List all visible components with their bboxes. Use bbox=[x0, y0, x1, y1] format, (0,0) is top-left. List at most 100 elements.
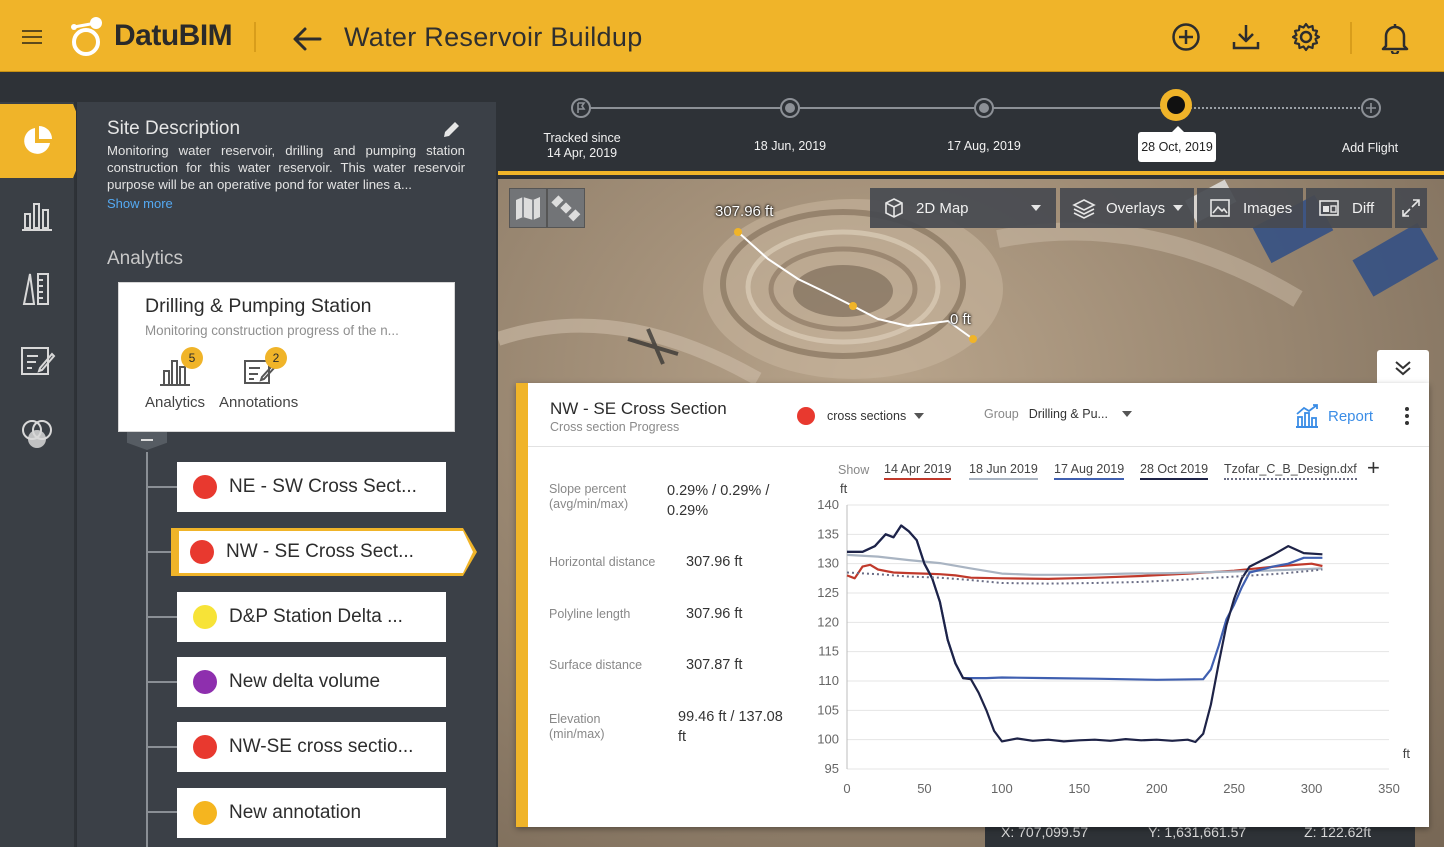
polyline-zero-label: 0 ft bbox=[950, 311, 971, 328]
analytics-heading: Analytics bbox=[107, 248, 184, 269]
datubim-logo-icon bbox=[71, 17, 102, 56]
site-description-text: Monitoring water reservoir, drilling and… bbox=[107, 143, 465, 192]
annotations-count-button[interactable]: 2 Annotations bbox=[219, 347, 298, 411]
hamburger-icon[interactable] bbox=[22, 30, 42, 44]
stat-value-line1: 99.46 ft / 137.08 bbox=[678, 709, 783, 725]
x-tick-label: 250 bbox=[1223, 781, 1245, 796]
header-divider bbox=[254, 22, 256, 52]
legend-item-14-apr[interactable]: 14 Apr 2019 bbox=[884, 462, 952, 480]
overlays-dropdown[interactable]: Overlays bbox=[1060, 188, 1194, 228]
collapse-group-toggle[interactable] bbox=[127, 432, 167, 450]
rail-item-dashboard-active[interactable] bbox=[0, 104, 88, 178]
stat-value-elevation: 99.46 ft / 137.08 ft bbox=[678, 707, 783, 747]
legend-item-design[interactable]: Tzofar_C_B_Design.dxf bbox=[1224, 462, 1357, 480]
site-description-title: Site Description bbox=[107, 118, 241, 139]
chevron-down-icon bbox=[1030, 205, 1041, 211]
x-tick-label: 150 bbox=[1068, 781, 1090, 796]
y-axis-label: ft bbox=[840, 481, 848, 496]
gear-icon[interactable] bbox=[1291, 22, 1321, 52]
timeline-node-flight[interactable] bbox=[780, 98, 800, 118]
stat-key-line1: Elevation bbox=[549, 712, 601, 726]
analytics-item[interactable]: D&P Station Delta ... bbox=[177, 592, 446, 642]
legend-item-17-aug[interactable]: 17 Aug 2019 bbox=[1054, 462, 1125, 480]
analytics-count-badge: 5 bbox=[181, 347, 203, 369]
arrow-left-icon[interactable] bbox=[290, 24, 324, 59]
series-line-28-oct-2019 bbox=[847, 524, 1323, 744]
top-app-bar: DatuBIM Water Reservoir Buildup bbox=[0, 0, 1444, 72]
status-dot bbox=[193, 605, 217, 629]
report-button[interactable]: Report bbox=[1294, 403, 1373, 429]
show-more-link[interactable]: Show more bbox=[107, 196, 173, 211]
stat-key-line2: (min/max) bbox=[549, 727, 605, 741]
flag-icon[interactable] bbox=[571, 98, 591, 118]
timeline-label-flight: 18 Jun, 2019 bbox=[753, 139, 827, 153]
timeline-node-current[interactable] bbox=[1160, 89, 1192, 121]
analytics-item[interactable]: NW-SE cross sectio... bbox=[177, 722, 446, 772]
chevron-double-down-icon[interactable] bbox=[1377, 350, 1429, 386]
download-icon[interactable] bbox=[1231, 22, 1261, 52]
report-label: Report bbox=[1328, 407, 1374, 425]
timeline-label-tracked: Tracked since 14 Apr, 2019 bbox=[532, 131, 632, 161]
pie-chart-icon bbox=[24, 126, 52, 154]
more-vertical-icon[interactable] bbox=[1404, 407, 1410, 425]
add-series-icon[interactable]: + bbox=[1367, 457, 1380, 479]
stat-key-horizontal-distance: Horizontal distance bbox=[549, 555, 656, 569]
fullscreen-icon[interactable] bbox=[1395, 188, 1427, 228]
plus-circle-icon[interactable] bbox=[1171, 22, 1201, 52]
diff-button[interactable]: Diff bbox=[1306, 188, 1392, 228]
cross-section-chart: 95 100 105 110 115 120 125 130 135 140 0 50 100 150 20… bbox=[817, 481, 1411, 796]
layer-color-dot bbox=[797, 407, 815, 425]
legend-item-18-jun[interactable]: 18 Jun 2019 bbox=[969, 462, 1038, 480]
timeline-node-flight[interactable] bbox=[974, 98, 994, 118]
analytics-item[interactable]: NE - SW Cross Sect... bbox=[177, 462, 446, 512]
stat-key-line2: (avg/min/max) bbox=[549, 497, 629, 511]
x-tick-label: 200 bbox=[1146, 781, 1168, 796]
annotation-edit-icon[interactable] bbox=[18, 342, 56, 380]
timeline-current-date: 28 Oct, 2019 bbox=[1138, 126, 1216, 162]
chevron-down-icon bbox=[914, 413, 925, 419]
bell-icon[interactable] bbox=[1380, 22, 1410, 56]
images-button[interactable]: Images bbox=[1197, 188, 1303, 228]
y-tick-label: 130 bbox=[817, 556, 839, 571]
analytics-item[interactable]: New delta volume bbox=[177, 657, 446, 707]
x-axis-label: ft bbox=[1403, 746, 1411, 761]
stat-key-polyline-length: Polyline length bbox=[549, 607, 631, 621]
status-dot bbox=[193, 735, 217, 759]
analytics-item-label: New annotation bbox=[229, 802, 362, 823]
cross-section-subtitle: Cross section Progress bbox=[550, 420, 680, 434]
layer-dropdown[interactable]: cross sections bbox=[797, 407, 925, 425]
y-tick-label: 125 bbox=[817, 585, 839, 600]
annotations-count-badge: 2 bbox=[265, 347, 287, 369]
flight-timeline: Tracked since 14 Apr, 2019 18 Jun, 2019 … bbox=[498, 72, 1444, 175]
x-tick-label: 300 bbox=[1301, 781, 1323, 796]
analytics-item-label: NW-SE cross sectio... bbox=[229, 736, 414, 757]
analytics-group-card[interactable]: Drilling & Pumping Station Monitoring co… bbox=[118, 282, 455, 432]
cross-section-panel: NW - SE Cross Section Cross section Prog… bbox=[516, 383, 1429, 827]
group-dropdown[interactable]: Group Drilling & Pu... bbox=[984, 407, 1132, 421]
group-subtitle: Monitoring construction progress of the … bbox=[145, 323, 399, 338]
tree-branch bbox=[147, 746, 177, 748]
analytics-item[interactable]: New annotation bbox=[177, 788, 446, 838]
add-flight-label[interactable]: Add Flight bbox=[1324, 141, 1416, 156]
datubim-logo[interactable]: DatuBIM bbox=[66, 14, 233, 58]
map-mode-dropdown[interactable]: 2D Map bbox=[870, 188, 1056, 228]
satellite-icon[interactable] bbox=[547, 188, 585, 228]
analytics-item-label: NE - SW Cross Sect... bbox=[229, 476, 417, 497]
bar-chart-icon[interactable] bbox=[18, 196, 56, 234]
legend-item-28-oct[interactable]: 28 Oct 2019 bbox=[1140, 462, 1209, 480]
layers-icon bbox=[1072, 199, 1096, 219]
measure-ruler-icon[interactable] bbox=[18, 270, 56, 308]
layers-circles-icon[interactable] bbox=[18, 416, 56, 454]
cross-section-title: NW - SE Cross Section bbox=[550, 399, 727, 418]
y-tick-label: 115 bbox=[818, 644, 839, 659]
stat-key-surface-distance: Surface distance bbox=[549, 658, 643, 672]
map-view-icon[interactable] bbox=[509, 188, 547, 228]
y-tick-label: 135 bbox=[817, 526, 839, 541]
plus-circle-icon[interactable] bbox=[1361, 98, 1381, 118]
stat-key-line1: Slope percent bbox=[549, 482, 627, 496]
analytics-count-button[interactable]: 5 Analytics bbox=[145, 347, 205, 411]
stat-key-slope: Slope percent (avg/min/max) bbox=[549, 482, 628, 512]
image-icon bbox=[1210, 199, 1230, 217]
analytics-item-selected[interactable]: NW - SE Cross Sect... bbox=[171, 528, 477, 576]
stat-value-horizontal-distance: 307.96 ft bbox=[686, 554, 743, 570]
